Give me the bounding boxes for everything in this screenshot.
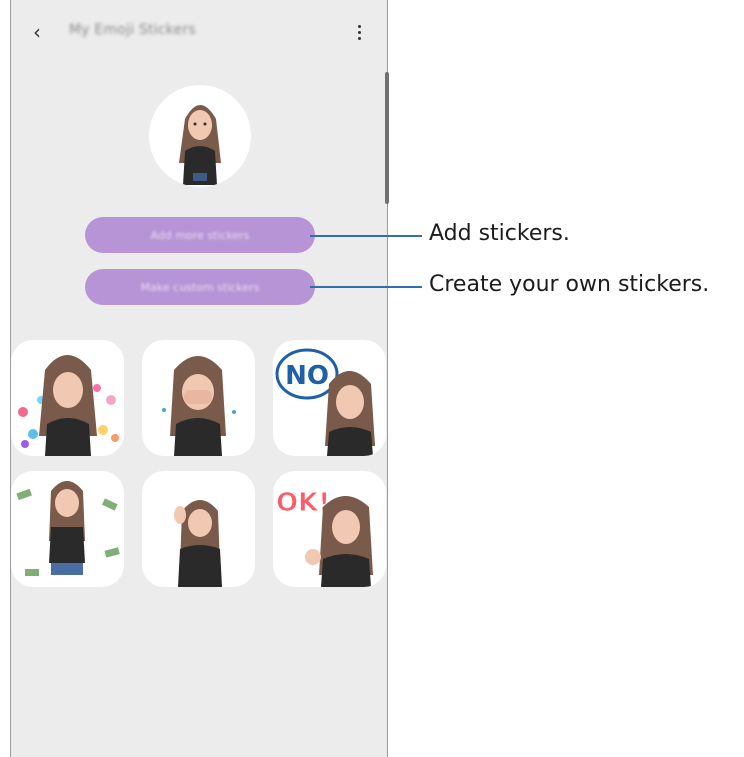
sticker-ok[interactable]: OK!	[273, 471, 386, 587]
sticker-ok-text: OK!	[276, 488, 330, 518]
avatar[interactable]	[149, 85, 251, 187]
add-more-stickers-label: Add more stickers	[150, 228, 250, 242]
phone-screen: ‹ My Emoji Stickers Add more stickers Ma…	[10, 0, 388, 757]
callout-line-add	[310, 235, 422, 237]
make-custom-stickers-label: Make custom stickers	[140, 280, 260, 294]
back-button[interactable]: ‹	[25, 18, 49, 46]
callout-add-stickers: Add stickers.	[429, 221, 570, 246]
more-options-icon	[357, 24, 361, 28]
sticker-hearts[interactable]	[11, 340, 124, 456]
callout-create-stickers: Create your own stickers.	[429, 272, 710, 297]
sticker-cover-face[interactable]	[142, 340, 255, 456]
more-options-button[interactable]	[349, 18, 369, 46]
add-more-stickers-button[interactable]: Add more stickers	[85, 217, 315, 253]
scrollbar[interactable]	[385, 72, 389, 204]
make-custom-stickers-button[interactable]: Make custom stickers	[85, 269, 315, 305]
sticker-money-rain[interactable]	[11, 471, 124, 587]
page-title: My Emoji Stickers	[69, 22, 196, 38]
sticker-wave[interactable]	[142, 471, 255, 587]
callout-line-create	[310, 286, 422, 288]
sticker-no[interactable]: NO	[273, 340, 386, 456]
back-icon: ‹	[33, 20, 41, 44]
sticker-no-text: NO	[285, 361, 329, 391]
